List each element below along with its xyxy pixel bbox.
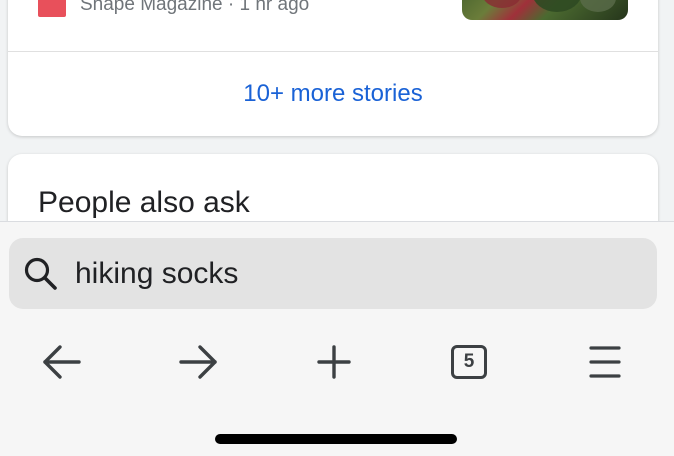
forward-button[interactable] — [168, 332, 228, 392]
story-thumbnail[interactable] — [462, 0, 628, 20]
story-item[interactable]: Shape Magazine · 1 hr ago — [8, 0, 658, 51]
source-logo — [38, 0, 66, 17]
back-button[interactable] — [32, 332, 92, 392]
story-source-meta: Shape Magazine · 1 hr ago — [80, 0, 310, 15]
tab-switcher-button[interactable]: 5 — [439, 332, 499, 392]
search-icon — [24, 257, 57, 290]
plus-icon — [317, 345, 351, 379]
bottom-toolbar: hiking socks 5 — [0, 221, 674, 456]
arrow-right-icon — [179, 345, 217, 379]
menu-button[interactable] — [575, 332, 635, 392]
people-also-ask-card: People also ask — [8, 154, 658, 222]
more-stories-link[interactable]: 10+ more stories — [8, 52, 658, 136]
tab-count-badge: 5 — [451, 345, 487, 379]
home-indicator[interactable] — [215, 434, 457, 444]
search-bar[interactable]: hiking socks — [9, 238, 657, 309]
arrow-left-icon — [43, 345, 81, 379]
people-also-ask-title: People also ask — [38, 186, 250, 219]
hamburger-menu-icon — [589, 346, 621, 378]
new-tab-button[interactable] — [304, 332, 364, 392]
search-query-text: hiking socks — [75, 257, 239, 290]
search-results-page: Shape Magazine · 1 hr ago 10+ more stori… — [0, 0, 674, 222]
top-stories-card: Shape Magazine · 1 hr ago 10+ more stori… — [8, 0, 658, 136]
